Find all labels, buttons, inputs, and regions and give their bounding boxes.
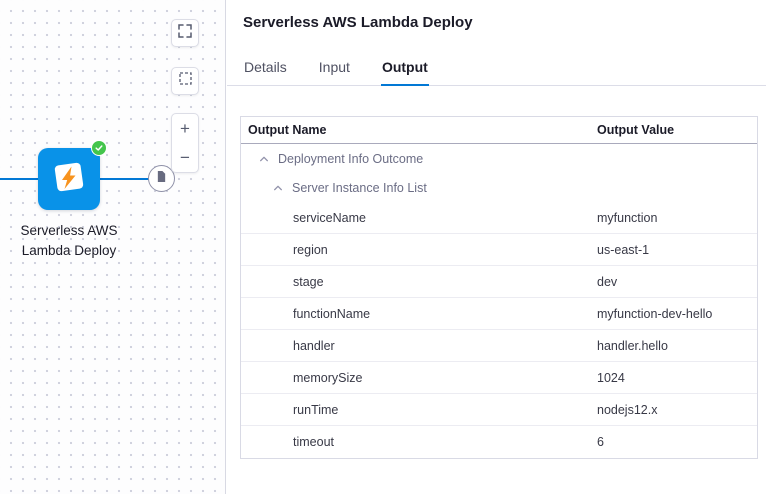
serverless-lambda-deploy-node[interactable] (38, 148, 100, 210)
output-value: dev (597, 275, 757, 289)
edge-incoming (0, 178, 39, 180)
serverless-lambda-icon (51, 159, 87, 200)
group-label: Server Instance Info List (292, 181, 427, 195)
table-row: stage dev (241, 266, 757, 298)
app-window: Serverless AWS Lambda Deploy + − (0, 0, 766, 494)
output-name: stage (241, 275, 597, 289)
column-header-output-name: Output Name (241, 123, 597, 137)
zoom-controls: + − (171, 113, 199, 173)
output-value: myfunction (597, 211, 757, 225)
dashed-selection-icon (179, 72, 192, 90)
output-name: handler (241, 339, 597, 353)
column-header-output-value: Output Value (597, 123, 757, 137)
step-details-panel: Serverless AWS Lambda Deploy Details Inp… (227, 0, 766, 494)
output-table: Output Name Output Value Deployment Info… (240, 116, 758, 459)
output-name: functionName (241, 307, 597, 321)
node-label: Serverless AWS Lambda Deploy (0, 221, 139, 260)
output-name: runTime (241, 403, 597, 417)
output-value: 1024 (597, 371, 757, 385)
table-row: serviceName myfunction (241, 202, 757, 234)
pipeline-canvas[interactable]: Serverless AWS Lambda Deploy + − (0, 0, 226, 494)
table-row: memorySize 1024 (241, 362, 757, 394)
table-header: Output Name Output Value (241, 117, 757, 144)
output-name: memorySize (241, 371, 597, 385)
output-name: timeout (241, 435, 597, 449)
output-name: serviceName (241, 211, 597, 225)
group-row-deployment-info-outcome[interactable]: Deployment Info Outcome (241, 144, 757, 173)
minus-icon: − (180, 149, 190, 166)
chevron-up-icon (259, 154, 269, 164)
group-row-server-instance-info-list[interactable]: Server Instance Info List (241, 173, 757, 202)
table-row: region us-east-1 (241, 234, 757, 266)
expand-icon (178, 24, 192, 43)
fit-to-screen-button[interactable] (171, 19, 199, 47)
chevron-up-icon (273, 183, 283, 193)
document-icon (156, 170, 167, 188)
output-value: 6 (597, 435, 757, 449)
output-name: region (241, 243, 597, 257)
table-row: functionName myfunction-dev-hello (241, 298, 757, 330)
tab-bar: Details Input Output (227, 53, 766, 86)
group-label: Deployment Info Outcome (278, 152, 423, 166)
tab-details[interactable]: Details (243, 53, 288, 85)
page-title: Serverless AWS Lambda Deploy (243, 14, 766, 31)
edge-outgoing (100, 178, 149, 180)
zoom-in-button[interactable]: + (172, 114, 198, 143)
tab-input[interactable]: Input (318, 53, 351, 85)
success-check-icon (91, 140, 107, 156)
plus-icon: + (180, 120, 190, 137)
output-value: nodejs12.x (597, 403, 757, 417)
table-row: handler handler.hello (241, 330, 757, 362)
tab-output[interactable]: Output (381, 53, 429, 86)
table-row: timeout 6 (241, 426, 757, 458)
output-value: us-east-1 (597, 243, 757, 257)
table-row: runTime nodejs12.x (241, 394, 757, 426)
output-value: handler.hello (597, 339, 757, 353)
zoom-out-button[interactable]: − (172, 143, 198, 172)
marquee-select-button[interactable] (171, 67, 199, 95)
output-value: myfunction-dev-hello (597, 307, 757, 321)
